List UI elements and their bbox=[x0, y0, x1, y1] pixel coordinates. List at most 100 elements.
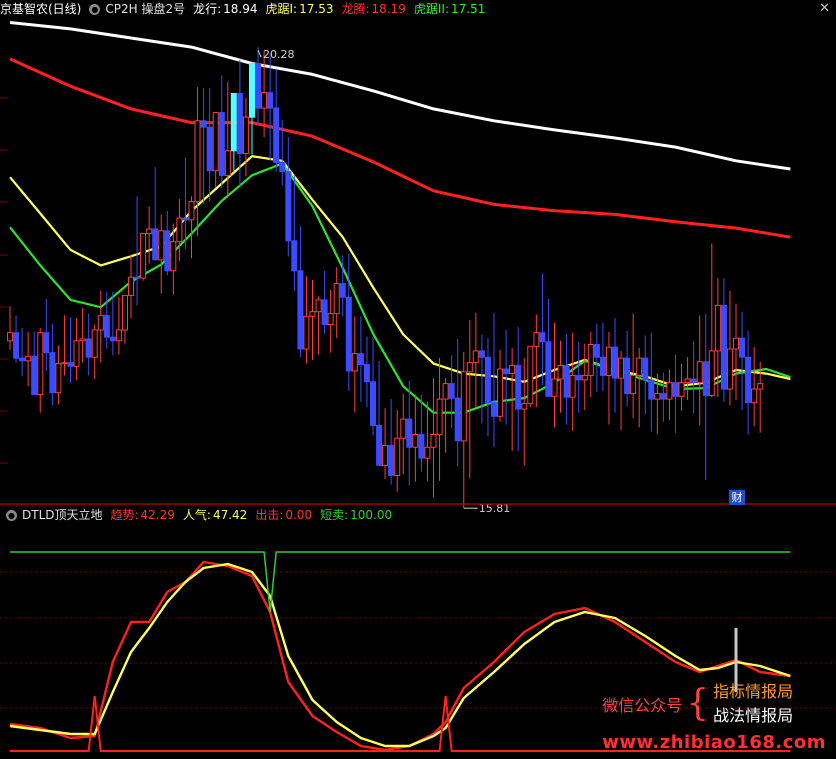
candle-body-58 bbox=[357, 353, 364, 366]
candle-99 bbox=[605, 331, 612, 425]
candle-body-104 bbox=[636, 357, 643, 376]
candle-body-26 bbox=[164, 230, 171, 272]
candle-body-14 bbox=[91, 329, 98, 358]
candle-115 bbox=[702, 313, 709, 480]
stock-name[interactable]: 京基智农(日线) bbox=[0, 0, 81, 18]
candle-body-98 bbox=[599, 356, 606, 376]
candle-body-2 bbox=[19, 357, 26, 362]
short-sell-line bbox=[10, 551, 791, 613]
candle-body-48 bbox=[297, 270, 304, 350]
candle-79 bbox=[484, 338, 491, 437]
candle-body-24 bbox=[152, 228, 159, 261]
candle-89 bbox=[545, 299, 552, 397]
candle-body-94 bbox=[575, 374, 582, 381]
main-indicator-name[interactable]: CP2H 操盘2号 bbox=[105, 0, 185, 18]
candle-body-70 bbox=[430, 434, 437, 448]
candle-93 bbox=[569, 332, 576, 431]
candle-body-102 bbox=[624, 357, 631, 395]
candle-23 bbox=[146, 206, 153, 264]
candle-21 bbox=[134, 196, 141, 306]
candle-body-83 bbox=[509, 364, 516, 375]
candle-body-68 bbox=[418, 434, 425, 459]
candle-body-84 bbox=[515, 364, 522, 410]
candle-body-56 bbox=[345, 296, 352, 372]
candle-body-89 bbox=[545, 341, 552, 397]
candle-91 bbox=[557, 340, 564, 413]
candle-105 bbox=[642, 335, 649, 415]
candle-32 bbox=[200, 88, 207, 205]
sub-indicator-values: 趋势: 42.29 人气: 47.42 出击: 0.00 短卖: 100.00 bbox=[111, 506, 401, 524]
candle-95 bbox=[581, 343, 588, 410]
candle-body-63 bbox=[388, 444, 395, 476]
candle-112 bbox=[684, 357, 691, 400]
candle-body-32 bbox=[200, 120, 207, 128]
candle-71 bbox=[436, 358, 443, 481]
main-value-2: 18.19 bbox=[371, 2, 406, 16]
main-label-0: 龙行: bbox=[193, 2, 222, 16]
candle-body-28 bbox=[176, 217, 183, 243]
candle-118 bbox=[720, 278, 727, 402]
candle-52 bbox=[321, 270, 328, 334]
candle-20 bbox=[128, 254, 134, 319]
candle-101 bbox=[618, 350, 624, 430]
candle-body-115 bbox=[702, 361, 709, 396]
candle-123 bbox=[751, 347, 758, 427]
candle-body-108 bbox=[660, 393, 667, 400]
candle-body-57 bbox=[351, 353, 358, 372]
candle-10 bbox=[67, 317, 74, 383]
candle-body-40 bbox=[249, 63, 255, 118]
candle-body-92 bbox=[563, 364, 570, 398]
candle-body-71 bbox=[436, 398, 443, 436]
candle-body-17 bbox=[109, 336, 116, 342]
candlesticks bbox=[7, 47, 764, 509]
candle-body-116 bbox=[708, 350, 715, 396]
indicator-settings-icon[interactable]: ● bbox=[89, 3, 101, 15]
finance-report-badge[interactable]: 财 bbox=[729, 490, 745, 505]
candle-25 bbox=[158, 214, 165, 294]
candle-body-88 bbox=[539, 332, 546, 343]
candle-body-74 bbox=[454, 397, 461, 442]
candle-22 bbox=[140, 233, 147, 281]
sub-value-3: 100.00 bbox=[350, 508, 393, 522]
candle-65 bbox=[400, 393, 407, 475]
candle-4 bbox=[31, 331, 38, 395]
candle-122 bbox=[745, 330, 752, 435]
candle-body-41 bbox=[255, 63, 261, 109]
sub-indicator-settings-icon[interactable]: ● bbox=[6, 509, 17, 521]
candle-body-67 bbox=[412, 434, 419, 448]
close-icon[interactable]: ✕ bbox=[819, 2, 830, 16]
candle-body-53 bbox=[327, 313, 334, 326]
candle-68 bbox=[418, 394, 425, 472]
high-price-label: 20.28 bbox=[263, 48, 295, 61]
candle-body-97 bbox=[593, 344, 600, 358]
candle-body-118 bbox=[720, 304, 727, 390]
candle-body-107 bbox=[654, 393, 661, 400]
sub-indicator-name[interactable]: DTLD顶天立地 bbox=[22, 506, 103, 524]
candle-108 bbox=[660, 372, 667, 422]
candle-97 bbox=[593, 323, 600, 392]
candle-61 bbox=[376, 360, 383, 466]
sub-value-0: 42.29 bbox=[140, 508, 175, 522]
candle-2 bbox=[19, 328, 26, 377]
watermark-line2: 战法情报局 bbox=[713, 706, 794, 725]
sub-label-2: 出击: bbox=[255, 508, 284, 522]
candle-66 bbox=[406, 380, 413, 486]
candle-41 bbox=[255, 47, 261, 125]
sub-value-2: 0.00 bbox=[285, 508, 313, 522]
candle-body-96 bbox=[587, 344, 594, 376]
main-ma-lines bbox=[9, 21, 791, 414]
watermark-url: www.zhibiao168.com bbox=[602, 732, 826, 753]
candle-34 bbox=[212, 112, 219, 188]
candle-body-85 bbox=[521, 403, 528, 410]
candle-109 bbox=[666, 370, 673, 420]
candle-51 bbox=[315, 296, 322, 355]
candle-body-11 bbox=[73, 340, 80, 367]
sub-panel-header: ● DTLD顶天立地 趋势: 42.29 人气: 47.42 出击: 0.00 短卖: 100… bbox=[0, 506, 405, 524]
candle-body-55 bbox=[339, 283, 346, 298]
candle-body-69 bbox=[424, 446, 431, 459]
candle-59 bbox=[363, 336, 370, 408]
candle-57 bbox=[351, 316, 358, 413]
candle-106 bbox=[648, 332, 655, 432]
candle-body-62 bbox=[382, 444, 389, 466]
main-indicator-values: 龙行: 18.94 虎踞I: 17.53 龙腾: 18.19 虎踞II: 17.51 bbox=[193, 0, 493, 18]
